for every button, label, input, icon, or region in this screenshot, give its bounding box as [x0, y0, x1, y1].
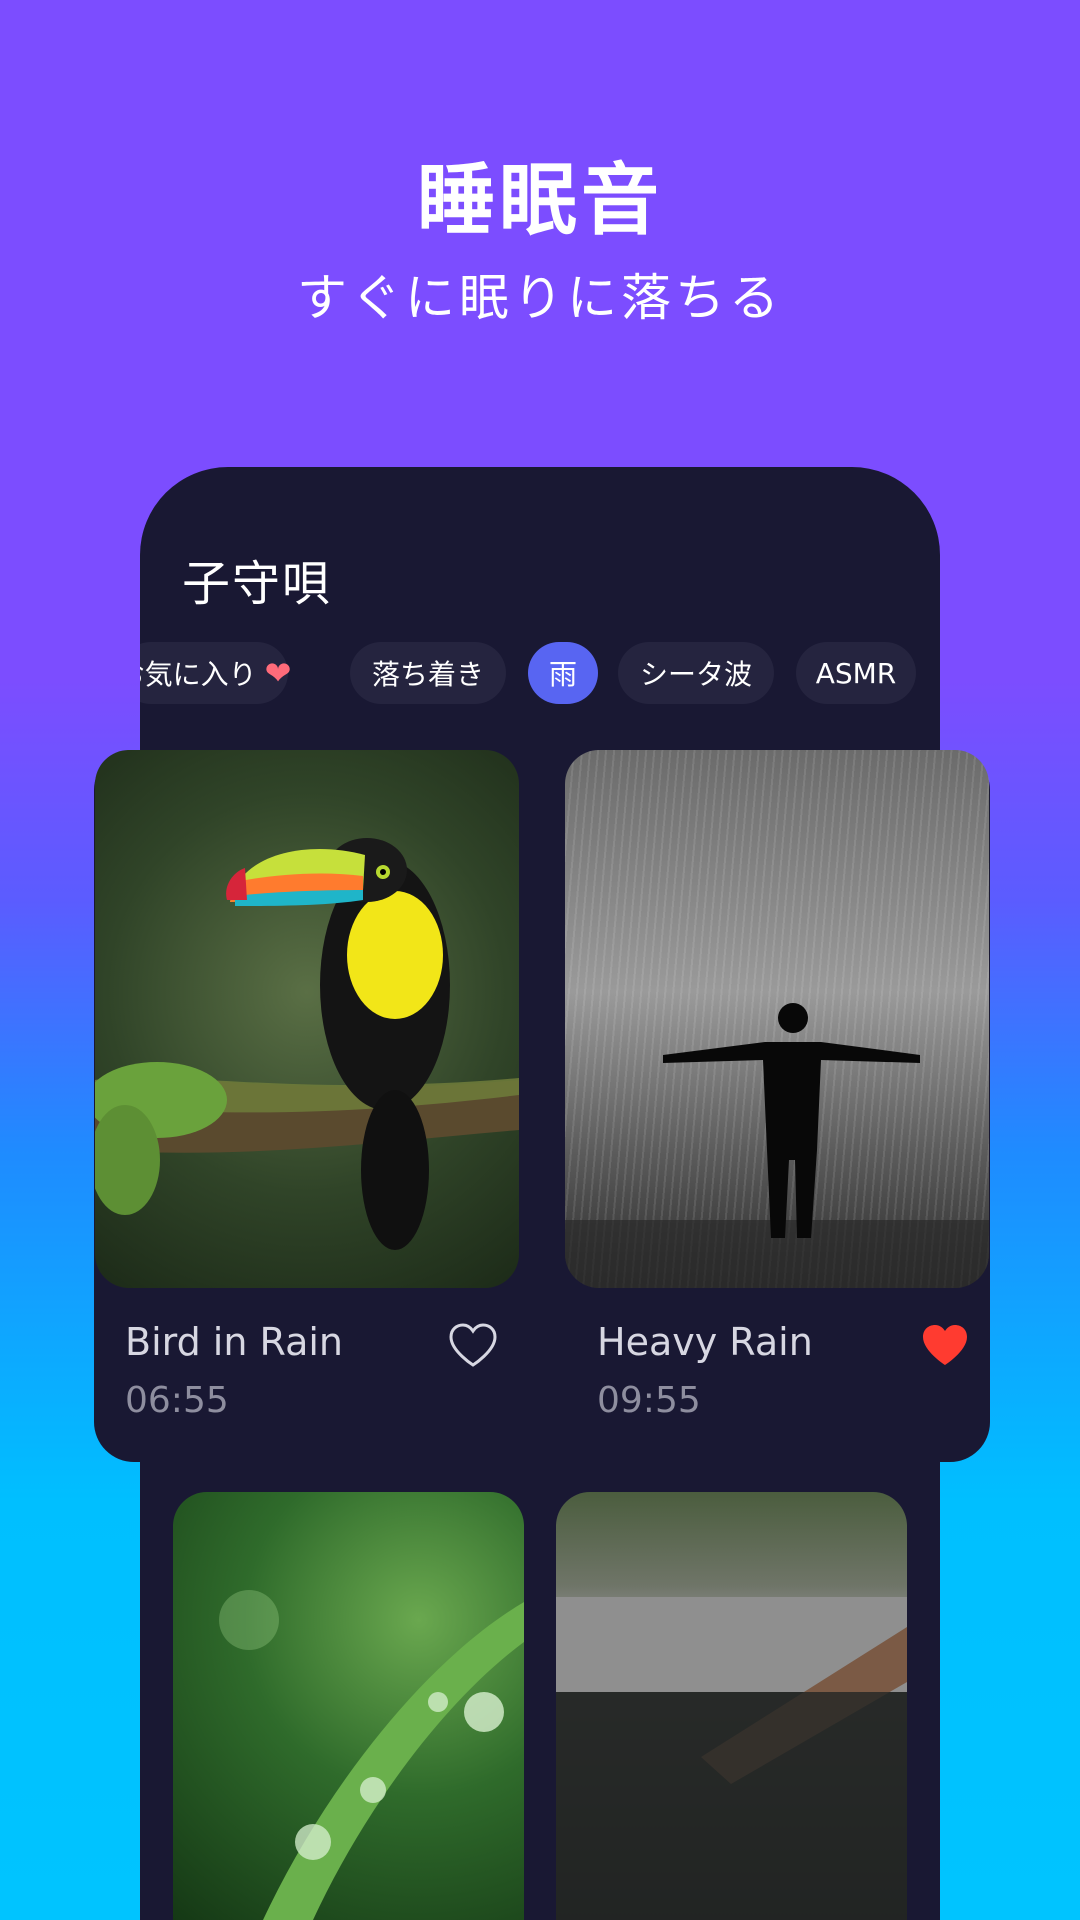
chip-theta-waves[interactable]: シータ波	[618, 642, 774, 704]
chip-label: ASMR	[815, 656, 897, 690]
page-subtitle: すぐに眠りに落ちる	[297, 269, 783, 327]
chip-rain[interactable]: 雨	[528, 642, 598, 704]
chip-label: お気に入り	[140, 658, 257, 691]
toucan-in-rain-image[interactable]	[95, 750, 519, 1288]
chip-label: シータ波	[639, 658, 752, 691]
heart-icon: ❤	[264, 654, 292, 692]
toucan-illustration	[95, 838, 519, 1250]
leaf-illustration	[219, 1590, 524, 1920]
chip-favorites[interactable]: お気に入り ❤	[140, 642, 291, 704]
section-title: 子守唄	[182, 556, 333, 612]
chip-label: 雨	[548, 658, 577, 691]
card-title[interactable]: Heavy Rain	[597, 1320, 813, 1364]
card-duration: 09:55	[597, 1380, 701, 1421]
chip-label: 落ち着き	[371, 658, 484, 691]
category-chip-row[interactable]: お気に入り ❤ 落ち着き 雨 シータ波 ASMR	[140, 642, 940, 708]
rain-dripping-off-roof-image[interactable]	[556, 1492, 907, 1920]
rain-silhouette-illustration	[565, 1003, 989, 1288]
card-duration: 06:55	[125, 1380, 229, 1421]
card-title[interactable]: Bird in Rain	[125, 1320, 343, 1364]
dew-drops-on-leaf-image[interactable]	[173, 1492, 524, 1920]
heart-filled-icon[interactable]	[920, 1322, 970, 1368]
man-under-heavy-rain-image[interactable]	[565, 750, 989, 1288]
chip-calm[interactable]: 落ち着き	[350, 642, 506, 704]
roof-illustration	[556, 1597, 907, 1920]
chip-asmr[interactable]: ASMR	[796, 642, 916, 704]
page-title: 睡眠音	[416, 156, 663, 246]
heart-outline-icon[interactable]	[448, 1322, 498, 1368]
